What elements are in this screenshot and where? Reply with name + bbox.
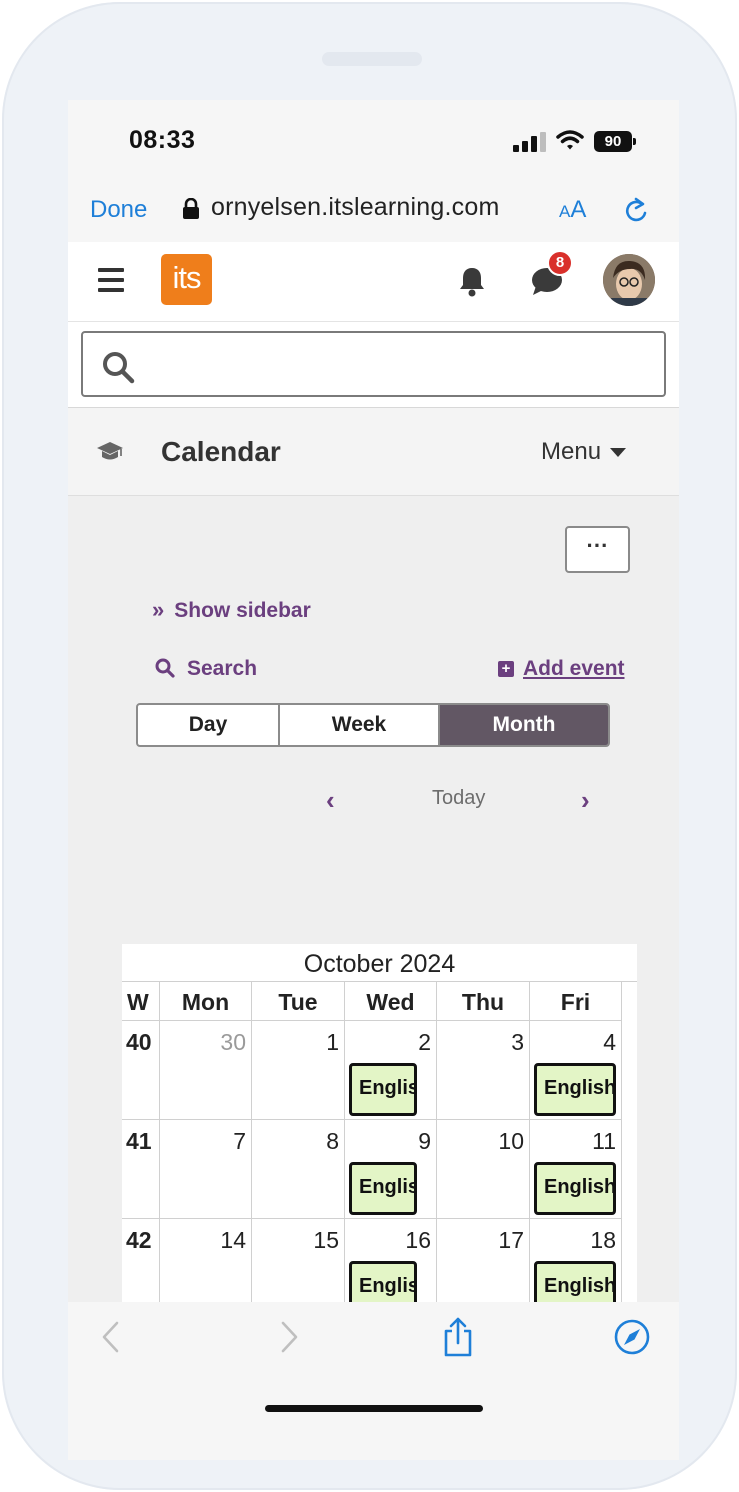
avatar[interactable] bbox=[603, 254, 655, 306]
day-cell[interactable]: 3 bbox=[437, 1021, 530, 1120]
week-number: 40 bbox=[122, 1021, 160, 1120]
battery-indicator: 90 bbox=[594, 131, 638, 152]
menu-dropdown[interactable]: Menu bbox=[541, 438, 627, 466]
search-icon bbox=[103, 352, 135, 384]
column-header-fri: Fri bbox=[530, 982, 622, 1021]
status-time: 08:33 bbox=[129, 126, 196, 154]
app-header: its 8 bbox=[68, 242, 679, 322]
show-sidebar-label: Show sidebar bbox=[174, 599, 311, 622]
global-search bbox=[68, 322, 679, 408]
day-number: 10 bbox=[498, 1128, 524, 1154]
day-number: 1 bbox=[326, 1029, 339, 1055]
page-header: Calendar Menu bbox=[68, 408, 679, 496]
column-header-tue: Tue bbox=[252, 982, 345, 1021]
month-title: October 2024 bbox=[122, 944, 637, 982]
more-options-button[interactable]: ··· bbox=[565, 526, 630, 573]
search-icon bbox=[155, 658, 175, 678]
day-cell[interactable]: 9English bbox=[345, 1120, 437, 1219]
status-bar: 08:33 90 bbox=[68, 100, 679, 178]
day-number: 2 bbox=[418, 1029, 431, 1055]
notification-badge: 8 bbox=[547, 250, 573, 276]
day-number: 8 bbox=[326, 1128, 339, 1154]
back-icon[interactable] bbox=[100, 1320, 120, 1354]
tab-week[interactable]: Week bbox=[280, 705, 440, 745]
column-header-wed: Wed bbox=[345, 982, 437, 1021]
share-icon[interactable] bbox=[441, 1316, 475, 1358]
view-switcher: Day Week Month bbox=[136, 703, 610, 747]
day-number: 18 bbox=[590, 1227, 616, 1253]
day-cell[interactable]: 8 bbox=[252, 1120, 345, 1219]
page-title: Calendar bbox=[161, 436, 281, 467]
search-input[interactable] bbox=[145, 343, 645, 385]
lock-icon bbox=[183, 198, 199, 219]
day-number: 7 bbox=[233, 1128, 246, 1154]
forward-icon[interactable] bbox=[280, 1320, 300, 1354]
home-indicator bbox=[265, 1405, 483, 1412]
menu-label: Menu bbox=[541, 438, 602, 465]
day-number: 11 bbox=[592, 1128, 616, 1154]
battery-level: 90 bbox=[594, 131, 632, 152]
day-number: 15 bbox=[313, 1227, 339, 1253]
calendar-event[interactable]: English bbox=[349, 1063, 417, 1116]
day-number: 17 bbox=[498, 1227, 524, 1253]
wifi-icon bbox=[556, 130, 584, 150]
url-text[interactable]: ornyelsen.itslearning.com bbox=[211, 193, 499, 222]
signal-icon bbox=[513, 132, 546, 152]
search-box[interactable] bbox=[81, 331, 666, 397]
column-header-mon: Mon bbox=[160, 982, 252, 1021]
text-size-button[interactable]: AA bbox=[559, 196, 586, 224]
chevron-down-icon bbox=[610, 448, 627, 458]
browser-toolbar bbox=[68, 1302, 679, 1460]
hamburger-icon[interactable] bbox=[98, 268, 124, 292]
column-header-thu: Thu bbox=[437, 982, 530, 1021]
add-event-link[interactable]: + Add event bbox=[498, 657, 625, 681]
column-header-week: W bbox=[122, 982, 160, 1021]
next-month-icon[interactable]: › bbox=[581, 785, 590, 816]
day-cell[interactable]: 10 bbox=[437, 1120, 530, 1219]
double-chevron-right-icon: » bbox=[152, 597, 165, 622]
day-number: 3 bbox=[511, 1029, 524, 1055]
reload-icon[interactable] bbox=[622, 196, 650, 226]
calendar-search-label: Search bbox=[187, 657, 258, 680]
previous-month-icon[interactable]: ‹ bbox=[326, 785, 335, 816]
show-sidebar-link[interactable]: » Show sidebar bbox=[152, 597, 311, 623]
browser-url-bar: Done ornyelsen.itslearning.com AA bbox=[68, 178, 679, 242]
day-cell[interactable]: 7 bbox=[160, 1120, 252, 1219]
day-number: 14 bbox=[220, 1227, 246, 1253]
screen: 08:33 90 Done ornyelsen.itslearning.com … bbox=[68, 100, 679, 1460]
bell-icon[interactable] bbox=[457, 265, 487, 297]
week-number: 41 bbox=[122, 1120, 160, 1219]
tab-day[interactable]: Day bbox=[138, 705, 280, 745]
done-button[interactable]: Done bbox=[90, 196, 147, 224]
graduation-cap-icon bbox=[97, 442, 123, 460]
calendar-event[interactable]: English bbox=[534, 1162, 616, 1215]
day-cell[interactable]: 11 English bbox=[530, 1120, 622, 1219]
day-cell[interactable]: 4 English bbox=[530, 1021, 622, 1120]
its-logo[interactable]: its bbox=[161, 254, 212, 305]
day-cell[interactable]: 2English bbox=[345, 1021, 437, 1120]
calendar-event[interactable]: English bbox=[349, 1162, 417, 1215]
speaker bbox=[322, 52, 422, 66]
tab-month[interactable]: Month bbox=[440, 705, 608, 745]
day-number: 4 bbox=[603, 1029, 616, 1055]
calendar-event[interactable]: English bbox=[534, 1063, 616, 1116]
day-number: 16 bbox=[405, 1227, 431, 1253]
plus-square-icon: + bbox=[498, 661, 514, 677]
day-number: 9 bbox=[418, 1128, 431, 1154]
day-cell[interactable]: 1 bbox=[252, 1021, 345, 1120]
day-cell[interactable]: 30 bbox=[160, 1021, 252, 1120]
phone-frame: 08:33 90 Done ornyelsen.itslearning.com … bbox=[2, 2, 737, 1490]
add-event-label: Add event bbox=[523, 657, 625, 680]
calendar-search-link[interactable]: Search bbox=[155, 657, 257, 681]
day-number: 30 bbox=[220, 1029, 246, 1055]
compass-icon[interactable] bbox=[613, 1318, 651, 1356]
today-button[interactable]: Today bbox=[432, 787, 485, 810]
